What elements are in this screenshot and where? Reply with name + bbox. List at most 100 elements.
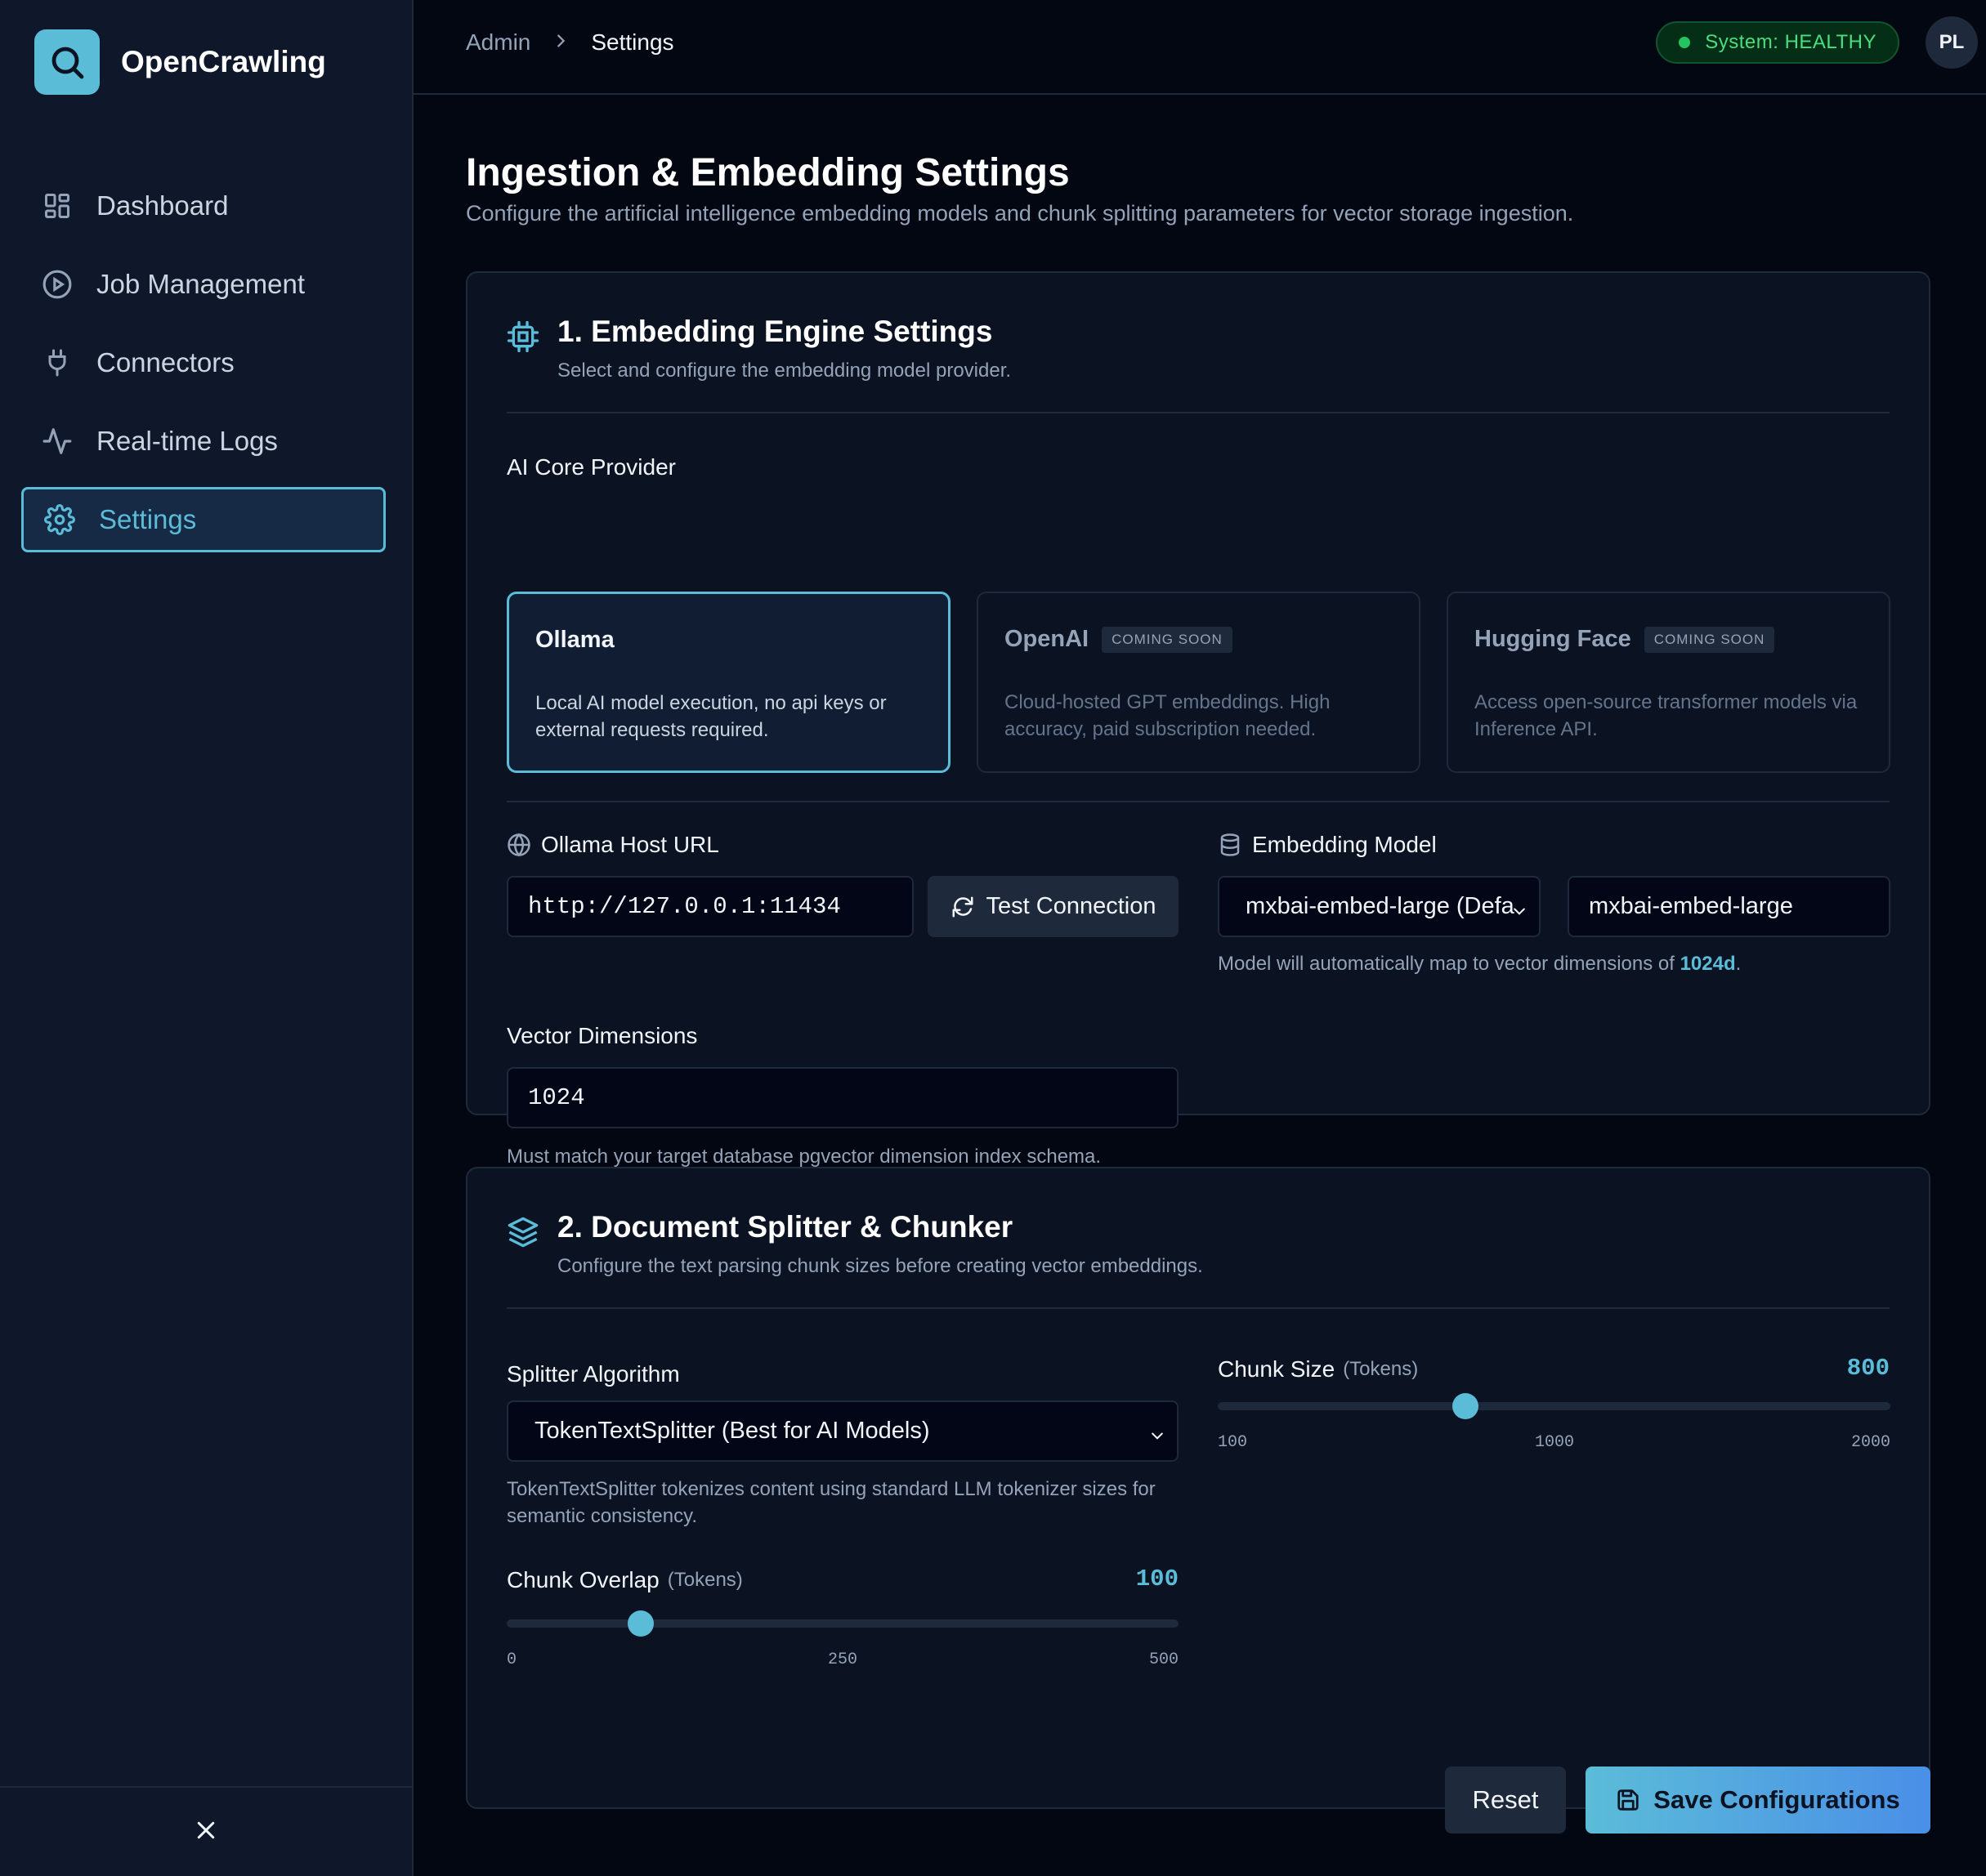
sidebar-item-dashboard[interactable]: Dashboard [21, 173, 386, 239]
divider [507, 801, 1890, 802]
sidebar-item-real-time-logs[interactable]: Real-time Logs [21, 409, 386, 474]
page-subtitle: Configure the artificial intelligence em… [466, 201, 1574, 226]
model-help-text: Model will automatically map to vector d… [1218, 953, 1741, 976]
sidebar-footer [0, 1786, 412, 1876]
provider-card-openai[interactable]: OpenAI COMING SOON Cloud-hosted GPT embed… [977, 592, 1420, 773]
chunk-overlap-slider-thumb[interactable] [628, 1610, 655, 1637]
layers-icon [507, 1216, 543, 1252]
coming-soon-badge: COMING SOON [1102, 626, 1232, 653]
divider [507, 412, 1890, 413]
coming-soon-badge: COMING SOON [1644, 626, 1775, 653]
database-icon [1218, 833, 1242, 857]
chunk-size-tick-mid: 1000 [1534, 1433, 1574, 1452]
splitter-algorithm-help: TokenTextSplitter tokenizes content usin… [507, 1478, 1156, 1527]
provider-name: Ollama [535, 627, 615, 653]
chunk-size-slider-thumb[interactable] [1452, 1393, 1479, 1419]
provider-desc: Cloud-hosted GPT embeddings. High accura… [1004, 691, 1331, 740]
breadcrumb-settings: Settings [591, 29, 674, 55]
chunk-overlap-label-text: Chunk Overlap [507, 1567, 660, 1592]
plug-icon [41, 346, 74, 379]
chunk-overlap-slider[interactable] [507, 1610, 1179, 1637]
splitter-algorithm-select[interactable]: TokenTextSplitter (Best for AI Models) [507, 1400, 1179, 1462]
embedding-model-select-value: mxbai-embed-large (Defa [1246, 893, 1514, 919]
provider-name: Hugging Face [1474, 626, 1631, 652]
chunk-size-tick-min: 100 [1218, 1433, 1248, 1452]
vector-dimensions-label: Vector Dimensions [507, 1023, 698, 1048]
host-url-label-text: Ollama Host URL [541, 832, 719, 857]
gear-icon [43, 503, 76, 536]
card-header: 1. Embedding Engine Settings Select and … [507, 314, 1011, 382]
card-title: 1. Embedding Engine Settings [557, 315, 993, 348]
sidebar-item-label: Settings [99, 504, 197, 534]
card-title: 2. Document Splitter & Chunker [557, 1210, 1013, 1244]
chevron-down-icon [1511, 899, 1528, 926]
sidebar-nav: Dashboard Job Management Connectors Real… [21, 173, 386, 565]
search-icon [34, 29, 100, 95]
splitter-settings-card: 2. Document Splitter & Chunker Configure… [466, 1167, 1930, 1809]
model-help-dimensions: 1024d [1680, 953, 1736, 975]
chunk-size-unit: (Tokens) [1343, 1358, 1419, 1380]
sidebar: OpenCrawling Dashboard Job Management Co… [0, 0, 414, 1876]
chunk-overlap-unit: (Tokens) [667, 1569, 743, 1591]
test-connection-label: Test Connection [986, 893, 1156, 919]
breadcrumb: Admin Settings [466, 0, 674, 85]
embedding-model-label-text: Embedding Model [1252, 832, 1437, 857]
chunk-size-value: 800 [1846, 1355, 1890, 1382]
chunk-size-tick-max: 2000 [1850, 1433, 1890, 1452]
embedding-model-input[interactable]: mxbai-embed-large [1568, 876, 1890, 937]
chunk-size-label-text: Chunk Size [1218, 1356, 1335, 1382]
save-configurations-button[interactable]: Save Configurations [1586, 1767, 1930, 1834]
sidebar-item-label: Dashboard [96, 190, 229, 221]
host-url-input[interactable]: http://127.0.0.1:11434 [507, 876, 914, 937]
app-logo[interactable]: OpenCrawling [34, 29, 326, 95]
provider-card-hugging-face[interactable]: Hugging Face COMING SOON Access open-sour… [1447, 592, 1890, 773]
close-icon[interactable] [194, 1818, 218, 1847]
sidebar-item-label: Connectors [96, 347, 235, 377]
save-icon [1616, 1788, 1640, 1812]
chunk-overlap-tick-min: 0 [507, 1650, 517, 1669]
embedding-settings-card: 1. Embedding Engine Settings Select and … [466, 271, 1930, 1168]
app-root: OpenCrawling Dashboard Job Management Co… [0, 0, 1986, 1876]
chunk-size-slider[interactable] [1218, 1393, 1890, 1419]
vector-dimensions-input[interactable]: 1024 [507, 1067, 1179, 1128]
provider-card-ollama[interactable]: Ollama Local AI model execution, no api … [507, 592, 951, 773]
refresh-icon [951, 895, 975, 919]
status-dot-icon [1679, 37, 1691, 48]
chevron-right-icon [552, 29, 570, 56]
divider [507, 1307, 1890, 1309]
page-title: Ingestion & Embedding Settings [466, 151, 1070, 194]
reset-button[interactable]: Reset [1445, 1767, 1566, 1834]
provider-desc: Access open-source transformer models vi… [1474, 691, 1858, 740]
model-help-suffix: . [1735, 953, 1742, 975]
card-subtitle: Configure the text parsing chunk sizes b… [557, 1255, 1203, 1277]
sidebar-item-connectors[interactable]: Connectors [21, 330, 386, 395]
sidebar-item-label: Real-time Logs [96, 426, 278, 456]
sidebar-item-settings[interactable]: Settings [21, 487, 386, 552]
chunk-overlap-value: 100 [1135, 1566, 1179, 1592]
chunk-size-label: Chunk Size (Tokens) [1218, 1356, 1418, 1382]
topbar: Admin Settings System: HEALTHY PL [414, 0, 1986, 95]
status-text: System: HEALTHY [1705, 31, 1876, 53]
sidebar-item-label: Job Management [96, 269, 305, 299]
test-connection-button[interactable]: Test Connection [928, 876, 1179, 937]
avatar[interactable]: PL [1926, 16, 1978, 69]
breadcrumb-admin[interactable]: Admin [466, 29, 530, 56]
card-header: 2. Document Splitter & Chunker Configure… [507, 1209, 1203, 1278]
host-url-label: Ollama Host URL [507, 832, 719, 858]
save-configurations-label: Save Configurations [1653, 1785, 1900, 1814]
app-name: OpenCrawling [121, 45, 326, 78]
provider-desc: Local AI model execution, no api keys or… [535, 692, 887, 741]
splitter-algorithm-label: Splitter Algorithm [507, 1361, 680, 1387]
dashboard-grid-icon [41, 190, 74, 222]
sidebar-item-job-management[interactable]: Job Management [21, 252, 386, 317]
embedding-model-select[interactable]: mxbai-embed-large (Defa [1218, 876, 1541, 937]
chunk-overlap-label: Chunk Overlap (Tokens) [507, 1567, 743, 1593]
cpu-chip-icon [507, 320, 543, 356]
play-circle-icon [41, 268, 74, 301]
chunk-overlap-tick-mid: 250 [827, 1650, 857, 1669]
model-help-prefix: Model will automatically map to vector d… [1218, 953, 1680, 975]
embedding-model-label: Embedding Model [1218, 832, 1437, 858]
vector-dimensions-help: Must match your target database pgvector… [507, 1146, 1102, 1168]
card-subtitle: Select and configure the embedding model… [557, 360, 1012, 382]
activity-icon [41, 425, 74, 458]
